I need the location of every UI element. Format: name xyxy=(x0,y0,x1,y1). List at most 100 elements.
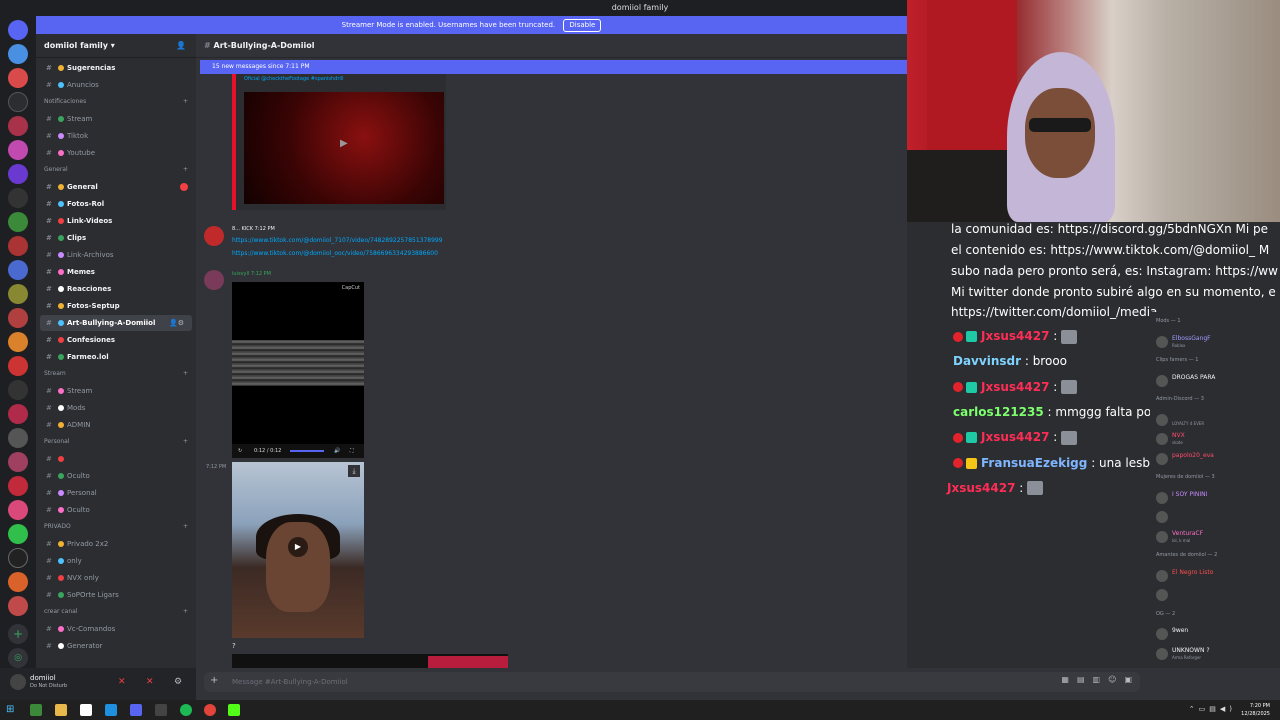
add-server-icon[interactable]: + xyxy=(8,624,28,644)
server-icon[interactable] xyxy=(8,548,28,568)
app-icon[interactable] xyxy=(155,704,167,716)
play-button[interactable]: ▶ xyxy=(288,537,308,557)
server-icon[interactable] xyxy=(8,380,28,400)
mute-mic-icon[interactable]: ✕ xyxy=(118,677,126,687)
server-icon[interactable] xyxy=(8,308,28,328)
play-icon[interactable]: ▶ xyxy=(340,138,348,149)
message-author[interactable]: 8... KICK 7:12 PM xyxy=(232,226,275,232)
sidebar-item-channel[interactable]: # Tiktok xyxy=(36,128,196,144)
member-item[interactable]: VenturaCF lol, k mal xyxy=(1156,529,1276,545)
deafen-icon[interactable]: ✕ xyxy=(146,677,154,687)
channel-category[interactable]: crear canal + xyxy=(36,604,196,620)
app-icon[interactable] xyxy=(80,704,92,716)
kick-icon[interactable] xyxy=(228,704,240,716)
replay-icon[interactable]: ↻ xyxy=(238,444,242,458)
sidebar-item-channel[interactable]: # Generator xyxy=(36,638,196,654)
sidebar-item-channel[interactable]: # Stream xyxy=(36,383,196,399)
explore-icon[interactable]: ◎ xyxy=(8,648,28,668)
member-item[interactable]: 9wen xyxy=(1156,626,1276,642)
sidebar-item-channel[interactable]: # only xyxy=(36,553,196,569)
sidebar-item-channel[interactable]: # Oculto xyxy=(36,468,196,484)
channel-settings-icon[interactable]: 👤⚙ xyxy=(169,315,184,331)
member-item[interactable] xyxy=(1156,587,1276,603)
server-icon[interactable] xyxy=(8,572,28,592)
member-item[interactable]: ElbossGangF Roblox xyxy=(1156,334,1276,350)
chrome-icon[interactable] xyxy=(204,704,216,716)
server-icon[interactable] xyxy=(8,116,28,136)
server-icon[interactable] xyxy=(8,236,28,256)
add-channel-icon[interactable]: + xyxy=(183,519,188,535)
server-header[interactable]: domiiol family ▾ 👤 xyxy=(36,34,196,58)
edge-icon[interactable] xyxy=(105,704,117,716)
sidebar-item-channel[interactable]: # Stream xyxy=(36,111,196,127)
sidebar-item-channel[interactable]: # Memes xyxy=(36,264,196,280)
sidebar-item-channel[interactable]: # Link-Videos xyxy=(36,213,196,229)
sidebar-item-channel[interactable]: # Youtube xyxy=(36,145,196,161)
new-messages-bar[interactable]: 15 new messages since 7:11 PM xyxy=(200,60,907,74)
sidebar-item-channel[interactable]: # Sugerencias xyxy=(36,60,196,76)
fullscreen-icon[interactable]: ⛶ xyxy=(350,444,354,458)
start-icon[interactable]: ⊞ xyxy=(6,704,18,716)
server-icon[interactable] xyxy=(8,500,28,520)
sidebar-item-channel[interactable]: # Anuncios xyxy=(36,77,196,93)
message-link[interactable]: https://www.tiktok.com/@domiiol_7107/vid… xyxy=(232,237,443,244)
add-channel-icon[interactable]: + xyxy=(183,434,188,450)
message-author[interactable]: luisvyll 7:12 PM xyxy=(232,271,271,277)
system-tray[interactable]: ⌃▭▤◀) xyxy=(1189,705,1236,713)
sidebar-item-channel[interactable]: # Reacciones xyxy=(36,281,196,297)
sidebar-item-channel[interactable]: # SoPOrte Ligars xyxy=(36,587,196,603)
add-channel-icon[interactable]: + xyxy=(183,604,188,620)
channel-category[interactable]: Personal + xyxy=(36,434,196,450)
sidebar-item-channel[interactable]: # Clips xyxy=(36,230,196,246)
server-icon[interactable] xyxy=(8,428,28,448)
sidebar-item-channel[interactable]: # Personal xyxy=(36,485,196,501)
discord-icon[interactable] xyxy=(130,704,142,716)
server-icon[interactable] xyxy=(8,524,28,544)
sidebar-item-channel[interactable]: # Farmeo.lol xyxy=(36,349,196,365)
member-item[interactable]: NVX skate xyxy=(1156,431,1276,447)
sidebar-item-channel[interactable]: # Confesiones xyxy=(36,332,196,348)
member-item[interactable]: DROGAS PARA xyxy=(1156,373,1276,389)
member-item[interactable] xyxy=(1156,509,1276,525)
channel-category[interactable]: PRIVADO + xyxy=(36,519,196,535)
member-item[interactable]: I SOY PININI xyxy=(1156,490,1276,506)
server-icon[interactable] xyxy=(8,404,28,424)
add-channel-icon[interactable]: + xyxy=(183,366,188,382)
message-input[interactable]: + Message #Art-Bullying-A-Domiiol xyxy=(204,672,1140,692)
avatar[interactable] xyxy=(10,674,26,690)
server-icon[interactable] xyxy=(8,92,28,112)
sidebar-item-channel[interactable]: # Oculto xyxy=(36,502,196,518)
disable-streamer-mode-button[interactable]: Disable xyxy=(563,19,602,32)
channel-category[interactable]: Stream + xyxy=(36,366,196,382)
sidebar-item-channel[interactable]: # General xyxy=(36,179,196,195)
message-link[interactable]: https://www.tiktok.com/@domiiol_ooc/vide… xyxy=(232,250,438,257)
add-channel-icon[interactable]: + xyxy=(183,162,188,178)
volume-icon[interactable]: 🔊 xyxy=(334,444,340,458)
file-explorer-icon[interactable] xyxy=(55,704,67,716)
composer-tools[interactable]: ▦▤▥☺▣ xyxy=(1061,675,1140,684)
server-icon[interactable] xyxy=(8,284,28,304)
sidebar-item-channel[interactable]: # Mods xyxy=(36,400,196,416)
sidebar-item-channel[interactable]: # Privado 2x2 xyxy=(36,536,196,552)
server-icon[interactable] xyxy=(8,140,28,160)
server-icon[interactable] xyxy=(8,164,28,184)
sidebar-item-channel[interactable]: # Fotos-Rol xyxy=(36,196,196,212)
settings-gear-icon[interactable]: ⚙ xyxy=(174,677,182,687)
add-attachment-icon[interactable]: + xyxy=(210,675,218,686)
server-icon[interactable] xyxy=(8,452,28,472)
sidebar-item-channel[interactable]: # Link-Archivos xyxy=(36,247,196,263)
add-channel-icon[interactable]: + xyxy=(183,94,188,110)
server-icon[interactable] xyxy=(8,356,28,376)
server-icon[interactable] xyxy=(8,596,28,616)
sidebar-item-channel[interactable]: # Fotos-Septup xyxy=(36,298,196,314)
server-icon[interactable] xyxy=(8,188,28,208)
video-progress-bar[interactable] xyxy=(290,450,324,452)
spotify-icon[interactable] xyxy=(180,704,192,716)
member-item[interactable]: LOYALTY 4 EVER xyxy=(1156,412,1276,428)
add-user-icon[interactable]: 👤 xyxy=(176,34,186,58)
image-attachment[interactable] xyxy=(232,654,508,668)
sidebar-item-channel[interactable]: # NVX only xyxy=(36,570,196,586)
home-icon[interactable] xyxy=(8,20,28,40)
server-icon[interactable] xyxy=(8,68,28,88)
server-icon[interactable] xyxy=(8,44,28,64)
